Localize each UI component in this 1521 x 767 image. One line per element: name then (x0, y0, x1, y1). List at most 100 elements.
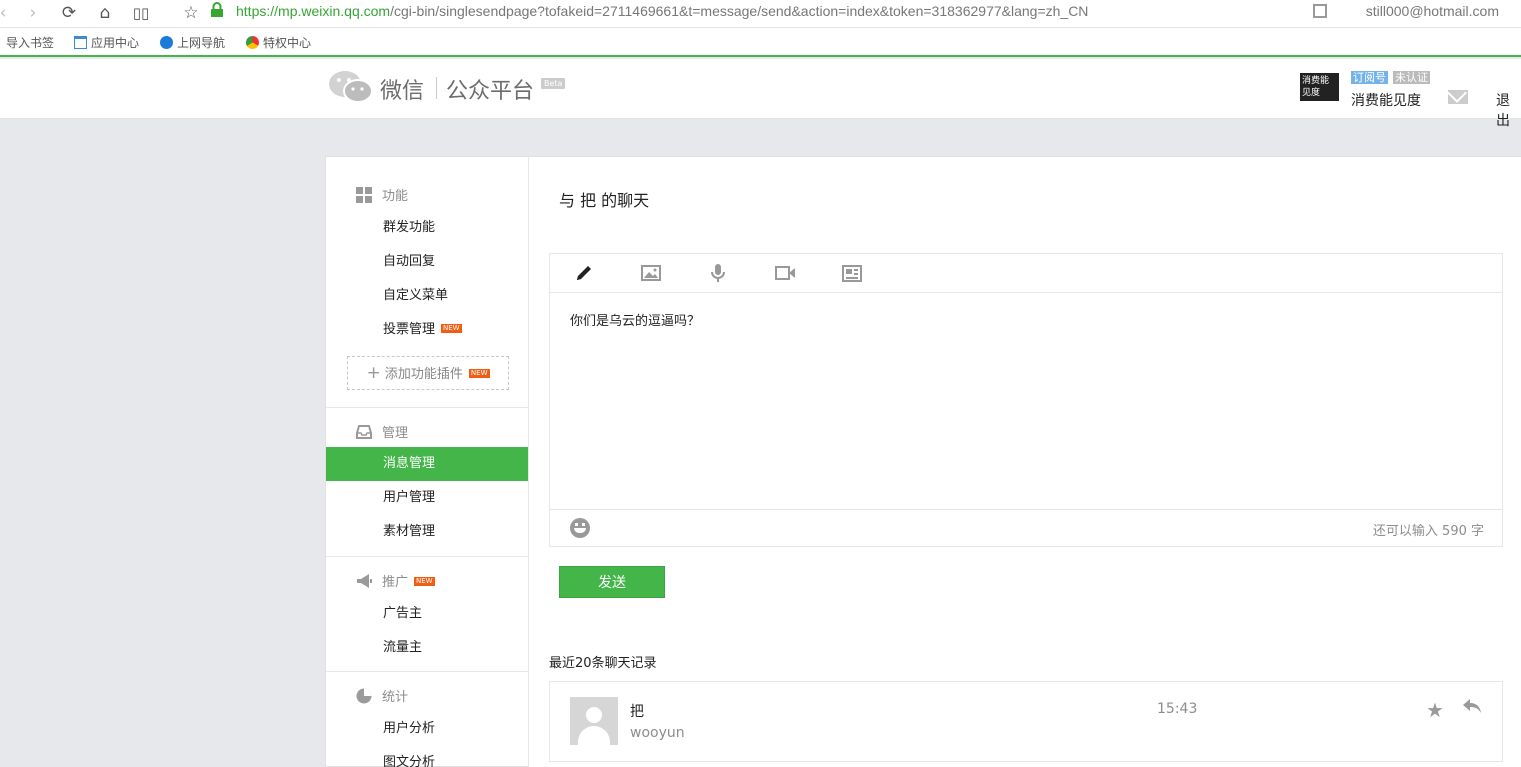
logo-wechat-text: 微信 (380, 79, 425, 104)
message-text: wooyun (630, 725, 685, 741)
chrome-icon (246, 36, 259, 49)
reload-icon[interactable]: ⟳ (58, 2, 80, 24)
url-path: /cgi-bin/singlesendpage?tofakeid=2711469… (390, 3, 1089, 19)
lock-icon (206, 2, 228, 24)
message-textarea[interactable]: 你们是乌云的逗逼吗？ (570, 310, 700, 329)
sidebar-item-label: 图文分析 (383, 755, 436, 767)
avatar[interactable] (570, 697, 618, 745)
sidebar-item-publisher[interactable]: 流量主 (326, 631, 528, 665)
sidebar-item-article-analysis[interactable]: 图文分析 (326, 746, 528, 767)
editor-footer: 还可以输入 590 字 (550, 509, 1502, 546)
bookmark-app-center[interactable]: 应用中心 (74, 34, 139, 51)
video-icon[interactable] (774, 263, 796, 283)
section-manage: 管理 (356, 422, 408, 441)
history-title: 最近20条聊天记录 (549, 656, 657, 671)
grid-icon (356, 187, 372, 203)
sidebar-item-label: 流量主 (383, 640, 423, 655)
bookmark-privilege[interactable]: 特权中心 (246, 34, 311, 51)
reader-icon[interactable]: ▯▯ (130, 2, 152, 24)
chat-title: 与 把 的聊天 (559, 191, 650, 210)
bookmark-import[interactable]: 导入书签 (6, 34, 54, 51)
sidebar-item-messages[interactable]: 消息管理 (326, 447, 528, 481)
bookmark-star-icon[interactable]: ☆ (180, 2, 202, 24)
sidebar-item-label: 广告主 (383, 606, 423, 621)
ie-icon (160, 36, 173, 49)
account-name[interactable]: 消费能见度 (1351, 90, 1421, 110)
bookmarks-bar: 导入书签 应用中心 上网导航 特权中心 (0, 28, 1521, 57)
back-icon[interactable]: ‹ (0, 2, 14, 24)
sidebar-item-label: 自动回复 (383, 254, 436, 269)
sidebar-item-custom-menu[interactable]: 自定义菜单 (326, 279, 528, 313)
avatar-body (578, 726, 610, 745)
editor-toolbar (550, 254, 1502, 293)
sidebar-item-label: 用户管理 (383, 490, 436, 505)
sidebar-item-label: 投票管理 (383, 322, 436, 337)
platform-header: 微信 公众平台 Beta 消费能见度 订阅号 未认证 消费能见度 退出 (0, 59, 1521, 129)
reply-icon[interactable] (1462, 696, 1482, 720)
add-plugin-label: 添加功能插件 (384, 367, 463, 382)
plus-icon: + (366, 363, 381, 383)
sidebar-item-auto-reply[interactable]: 自动回复 (326, 245, 528, 279)
sidebar-item-label: 自定义菜单 (383, 288, 449, 303)
sidebar-item-materials[interactable]: 素材管理 (326, 515, 528, 549)
pie-chart-icon (356, 688, 372, 704)
bookmark-web-nav[interactable]: 上网导航 (160, 34, 225, 51)
send-button[interactable]: 发送 (559, 566, 665, 598)
image-icon[interactable] (640, 263, 662, 283)
wechat-logo-icon[interactable] (328, 69, 374, 105)
bookmark-label: 特权中心 (263, 36, 312, 50)
star-icon[interactable]: ★ (1426, 698, 1444, 722)
bookmark-label: 导入书签 (6, 36, 55, 50)
mail-icon[interactable] (1448, 90, 1468, 104)
section-title: 推广 (382, 575, 409, 590)
address-bar[interactable]: https://mp.weixin.qq.com/cgi-bin/singles… (236, 3, 1088, 19)
sidebar-item-label: 群发功能 (383, 220, 436, 235)
section-stats: 统计 (356, 686, 408, 705)
sidebar-divider (326, 556, 528, 557)
new-badge: NEW (441, 324, 462, 333)
bookmark-label: 上网导航 (177, 36, 226, 50)
sidebar-item-label: 消息管理 (383, 456, 436, 471)
message-editor: 你们是乌云的逗逼吗？ 还可以输入 590 字 (549, 253, 1503, 547)
sidebar-item-vote[interactable]: 投票管理 NEW (326, 313, 528, 347)
section-promote: 推广 NEW (356, 571, 435, 590)
microphone-icon[interactable] (707, 263, 729, 283)
sidebar-divider (326, 671, 528, 672)
qr-code-icon[interactable] (1313, 4, 1327, 18)
section-title: 统计 (382, 690, 409, 705)
home-icon[interactable]: ⌂ (94, 2, 116, 24)
chat-panel: 与 把 的聊天 你们是乌云的逗逼吗？ 还可以输入 590 字 发送 最近20条聊… (529, 156, 1521, 767)
account-avatar[interactable]: 消费能见度 (1300, 73, 1339, 101)
logo-separator (436, 77, 437, 99)
beta-badge: Beta (541, 78, 566, 89)
sidebar-item-label: 用户分析 (383, 721, 436, 736)
avatar-text: 消费能见度 (1302, 76, 1330, 98)
app-center-icon (74, 36, 87, 49)
inbox-icon (356, 425, 372, 439)
chat-history-list: 把 wooyun 15:43 ★ (549, 681, 1503, 762)
browser-account[interactable]: still000@hotmail.com (1366, 3, 1499, 19)
forward-icon[interactable]: › (22, 2, 44, 24)
message-sender[interactable]: 把 (630, 701, 644, 721)
pencil-icon[interactable] (574, 263, 596, 283)
section-features: 功能 (356, 185, 408, 204)
char-count: 还可以输入 590 字 (1372, 524, 1484, 539)
sidebar-item-mass-send[interactable]: 群发功能 (326, 211, 528, 245)
url-scheme: https:// (236, 3, 279, 19)
sidebar-item-users[interactable]: 用户管理 (326, 481, 528, 515)
verification-badge: 未认证 (1393, 71, 1430, 84)
section-title: 管理 (382, 426, 409, 441)
url-host: mp.weixin.qq.com (278, 3, 391, 19)
message-time: 15:43 (1157, 701, 1198, 717)
add-plugin-button[interactable]: + 添加功能插件 NEW (347, 356, 509, 390)
logout-link[interactable]: 退出 (1496, 90, 1521, 130)
sidebar-item-user-analysis[interactable]: 用户分析 (326, 712, 528, 746)
megaphone-icon (357, 574, 372, 588)
sidebar-item-advertiser[interactable]: 广告主 (326, 597, 528, 631)
section-title: 功能 (382, 189, 409, 204)
emoji-icon[interactable] (570, 518, 590, 538)
bookmark-label: 应用中心 (91, 36, 140, 50)
news-icon[interactable] (841, 263, 863, 283)
browser-toolbar: ‹ › ⟳ ⌂ ▯▯ ☆ https://mp.weixin.qq.com/cg… (0, 0, 1521, 28)
new-badge: NEW (414, 577, 435, 586)
